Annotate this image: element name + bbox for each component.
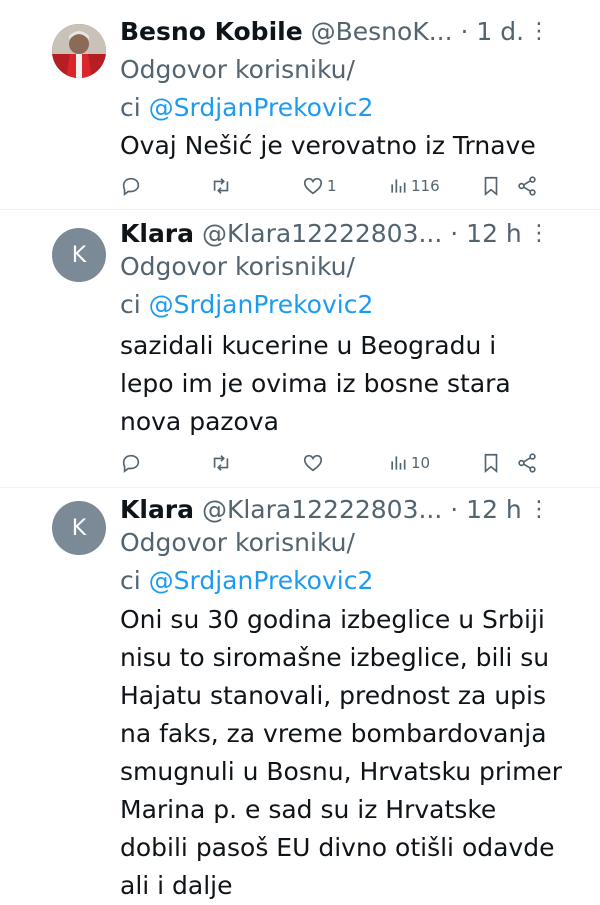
tweet-text: Ovaj Nešić je verovatno iz Trnave	[120, 131, 536, 160]
reply-prefix: Odgovor korisniku/	[120, 55, 355, 84]
share-button[interactable]	[516, 448, 538, 478]
reply-context: Odgovor korisniku/ ci @SrdjanPrekovic2	[120, 248, 550, 324]
retweet-icon	[213, 178, 229, 194]
tweet[interactable]: K Klara @Klara12222803... · 12 h ⋮ Odgov…	[0, 210, 600, 487]
reply-ci: ci	[120, 93, 149, 122]
tweet-text: Oni su 30 godina izbeglice u Srbiji nisu…	[120, 605, 563, 900]
reply-ci: ci	[120, 566, 149, 595]
reply-context: Odgovor korisniku/ ci @SrdjanPrekovic2	[120, 524, 550, 600]
tweet[interactable]: Besno Kobile @BesnoK... · 1 d. ⋮ Odgovor…	[0, 0, 600, 209]
avatar-photo	[52, 24, 106, 78]
more-options-icon[interactable]: ⋮	[528, 15, 550, 49]
reply-prefix: Odgovor korisniku/	[120, 252, 355, 281]
tweet[interactable]: K Klara @Klara12222803... · 12 h ⋮ Odgov…	[0, 488, 600, 900]
timestamp[interactable]: · 12 h	[450, 219, 522, 248]
author-name[interactable]: Besno Kobile	[120, 17, 303, 46]
avatar[interactable]: K	[52, 501, 106, 555]
avatar[interactable]	[52, 24, 106, 78]
author-name[interactable]: Klara	[120, 219, 194, 248]
retweet-button[interactable]	[210, 171, 232, 201]
author-handle[interactable]: @BesnoK...	[311, 17, 453, 46]
reply-icon	[122, 454, 140, 473]
share-icon	[518, 453, 536, 473]
views-button[interactable]: 116	[388, 171, 440, 201]
timestamp[interactable]: · 12 h	[450, 495, 522, 524]
views-icon	[391, 179, 406, 193]
bookmark-button[interactable]	[480, 448, 502, 478]
author-handle[interactable]: @Klara12222803...	[202, 219, 442, 248]
like-button[interactable]: 1	[302, 171, 337, 201]
like-count: 1	[327, 177, 337, 195]
author-name[interactable]: Klara	[120, 495, 194, 524]
retweet-button[interactable]	[210, 448, 232, 478]
reply-button[interactable]	[120, 448, 142, 478]
views-button[interactable]: 10	[388, 448, 430, 478]
reply-context: Odgovor korisniku/ ci @SrdjanPrekovic2	[120, 51, 550, 127]
more-options-icon[interactable]: ⋮	[528, 493, 550, 527]
reply-prefix: Odgovor korisniku/	[120, 528, 355, 557]
reply-button[interactable]	[120, 171, 142, 201]
tweet-text: sazidali kucerine u Beogradu i lepo im j…	[120, 331, 511, 436]
like-icon	[303, 454, 323, 472]
view-count: 116	[411, 177, 440, 195]
views-icon	[391, 456, 406, 470]
retweet-icon	[213, 455, 229, 471]
author-handle[interactable]: @Klara12222803...	[202, 495, 442, 524]
share-button[interactable]	[516, 171, 538, 201]
like-button[interactable]	[302, 448, 327, 478]
tweet-actions: 1 116	[120, 171, 550, 201]
reply-ci: ci	[120, 290, 149, 319]
share-icon	[518, 176, 536, 196]
more-options-icon[interactable]: ⋮	[528, 217, 550, 251]
avatar[interactable]: K	[52, 228, 106, 282]
reply-to-link[interactable]: @SrdjanPrekovic2	[149, 290, 374, 319]
reply-to-link[interactable]: @SrdjanPrekovic2	[149, 93, 374, 122]
view-count: 10	[411, 454, 431, 472]
bookmark-icon	[484, 176, 498, 197]
reply-icon	[122, 177, 140, 196]
bookmark-button[interactable]	[480, 171, 502, 201]
timestamp[interactable]: · 1 d.	[461, 17, 525, 46]
like-icon	[303, 177, 323, 195]
bookmark-icon	[484, 453, 498, 474]
reply-to-link[interactable]: @SrdjanPrekovic2	[149, 566, 374, 595]
tweet-actions: 10	[120, 448, 550, 478]
